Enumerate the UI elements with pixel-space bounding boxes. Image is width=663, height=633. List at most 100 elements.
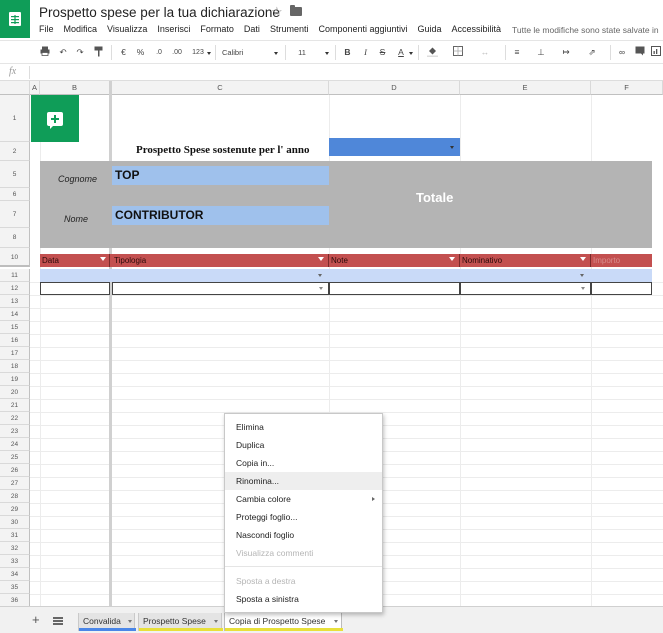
redo-icon[interactable]: ↷ [74,46,86,59]
row-header-25[interactable]: 25 [0,451,30,464]
bold-button[interactable]: B [343,46,352,59]
header-tipologia[interactable]: Tipologia [112,254,329,267]
frozen-column-divider[interactable] [109,81,112,606]
text-wrap-icon[interactable]: ↦ [560,46,572,59]
row-header-31[interactable]: 31 [0,529,30,542]
document-title[interactable]: Prospetto spese per la tua dichiarazione [39,5,280,20]
row-header-24[interactable]: 24 [0,438,30,451]
chevron-down-icon[interactable] [128,620,132,623]
insert-link-icon[interactable]: ∞ [616,46,628,59]
filter-icon[interactable] [580,257,586,261]
row-header-36[interactable]: 36 [0,594,30,606]
menu-item-sposta-a-sinistra[interactable]: Sposta a sinistra [225,590,382,608]
menu-modifica[interactable]: Modifica [64,24,98,38]
menu-item-elimina[interactable]: Elimina [225,418,382,436]
font-family-select[interactable]: Calibri [222,46,252,59]
row-header-34[interactable]: 34 [0,568,30,581]
italic-button[interactable]: I [361,46,370,59]
align-vertical-icon[interactable]: ⊥ [535,46,547,59]
merge-cells-icon[interactable]: ↔ [478,46,492,59]
row-header-14[interactable]: 14 [0,308,30,321]
column-header-c[interactable]: C [112,81,329,95]
header-note[interactable]: Note [329,254,460,267]
menu-accessibilita[interactable]: Accessibilità [452,24,502,38]
row-header-19[interactable]: 19 [0,373,30,386]
add-sheet-icon[interactable]: + [32,613,40,626]
row-header-17[interactable]: 17 [0,347,30,360]
column-header-f[interactable]: F [591,81,663,95]
select-all-corner[interactable] [0,81,30,95]
number-format-button[interactable]: 123 [189,46,207,59]
row-header-30[interactable]: 30 [0,516,30,529]
row-header-11[interactable]: 11 [0,269,30,282]
column-header-e[interactable]: E [460,81,591,95]
tab-copia-di-prospetto-spese[interactable]: Copia di Prospetto Spese [224,613,343,631]
chevron-down-icon[interactable] [334,620,338,623]
row-header-18[interactable]: 18 [0,360,30,373]
column-header-b[interactable]: B [40,81,110,95]
cognome-field[interactable]: TOP [112,166,329,185]
row-header-12[interactable]: 12 [0,282,30,295]
tab-convalida[interactable]: Convalida [78,613,136,631]
row-header-20[interactable]: 20 [0,386,30,399]
row-header-1[interactable]: 1 [0,95,30,142]
row-header-28[interactable]: 28 [0,490,30,503]
menu-item-proteggi-foglio[interactable]: Proteggi foglio... [225,508,382,526]
row-header-27[interactable]: 27 [0,477,30,490]
tab-prospetto-spese[interactable]: Prospetto Spese [138,613,223,631]
menu-item-copia-in[interactable]: Copia in... [225,454,382,472]
nome-field[interactable]: CONTRIBUTOR [112,206,329,225]
text-rotation-icon[interactable]: ⇗ [586,46,598,59]
row-header-6[interactable]: 6 [0,188,30,201]
filter-icon[interactable] [318,257,324,261]
increase-decimal-button[interactable]: .00 [169,46,185,59]
column-header-d[interactable]: D [329,81,460,95]
undo-icon[interactable]: ↶ [57,46,69,59]
save-status[interactable]: Tutte le modifiche sono state salvate in [512,25,659,35]
menu-componenti-aggiuntivi[interactable]: Componenti aggiuntivi [318,24,407,38]
row-header-32[interactable]: 32 [0,542,30,555]
menu-strumenti[interactable]: Strumenti [270,24,309,38]
menu-dati[interactable]: Dati [244,24,260,38]
menu-guida[interactable]: Guida [418,24,442,38]
menu-visualizza[interactable]: Visualizza [107,24,147,38]
currency-format-button[interactable]: € [119,46,128,59]
menu-item-cambia-colore[interactable]: Cambia colore [225,490,382,508]
menu-inserisci[interactable]: Inserisci [157,24,190,38]
row-header-22[interactable]: 22 [0,412,30,425]
column-header-a[interactable]: A [30,81,40,95]
insert-chart-icon[interactable] [651,46,661,59]
insert-comment-icon[interactable] [634,46,646,59]
star-icon[interactable]: ☆ [271,4,283,20]
row-header-2[interactable]: 2 [0,142,30,161]
header-nominativo[interactable]: Nominativo [460,254,591,267]
paint-format-icon[interactable] [92,46,104,59]
menu-file[interactable]: File [39,24,54,38]
row-header-33[interactable]: 33 [0,555,30,568]
menu-item-rinomina[interactable]: Rinomina... [225,472,382,490]
row-header-15[interactable]: 15 [0,321,30,334]
year-select[interactable] [329,138,460,156]
row-header-29[interactable]: 29 [0,503,30,516]
filter-icon[interactable] [449,257,455,261]
row-header-21[interactable]: 21 [0,399,30,412]
menu-formato[interactable]: Formato [200,24,234,38]
all-sheets-icon[interactable] [53,617,63,625]
chevron-down-icon[interactable] [214,620,218,623]
row-header-8[interactable]: 8 [0,228,30,248]
formula-bar[interactable]: fx [0,64,663,81]
print-icon[interactable] [40,46,50,59]
menu-item-duplica[interactable]: Duplica [225,436,382,454]
row-header-10[interactable]: 10 [0,248,30,267]
percent-format-button[interactable]: % [136,46,145,59]
row-header-16[interactable]: 16 [0,334,30,347]
align-horizontal-icon[interactable]: ≡ [511,46,523,59]
strikethrough-button[interactable]: S [378,46,387,59]
font-size-select[interactable]: 11 [296,46,308,59]
text-color-button[interactable]: A [396,46,406,59]
row-header-26[interactable]: 26 [0,464,30,477]
table-row[interactable] [40,282,652,295]
row-header-13[interactable]: 13 [0,295,30,308]
decrease-decimal-button[interactable]: .0 [152,46,166,59]
row-header-5[interactable]: 5 [0,161,30,188]
